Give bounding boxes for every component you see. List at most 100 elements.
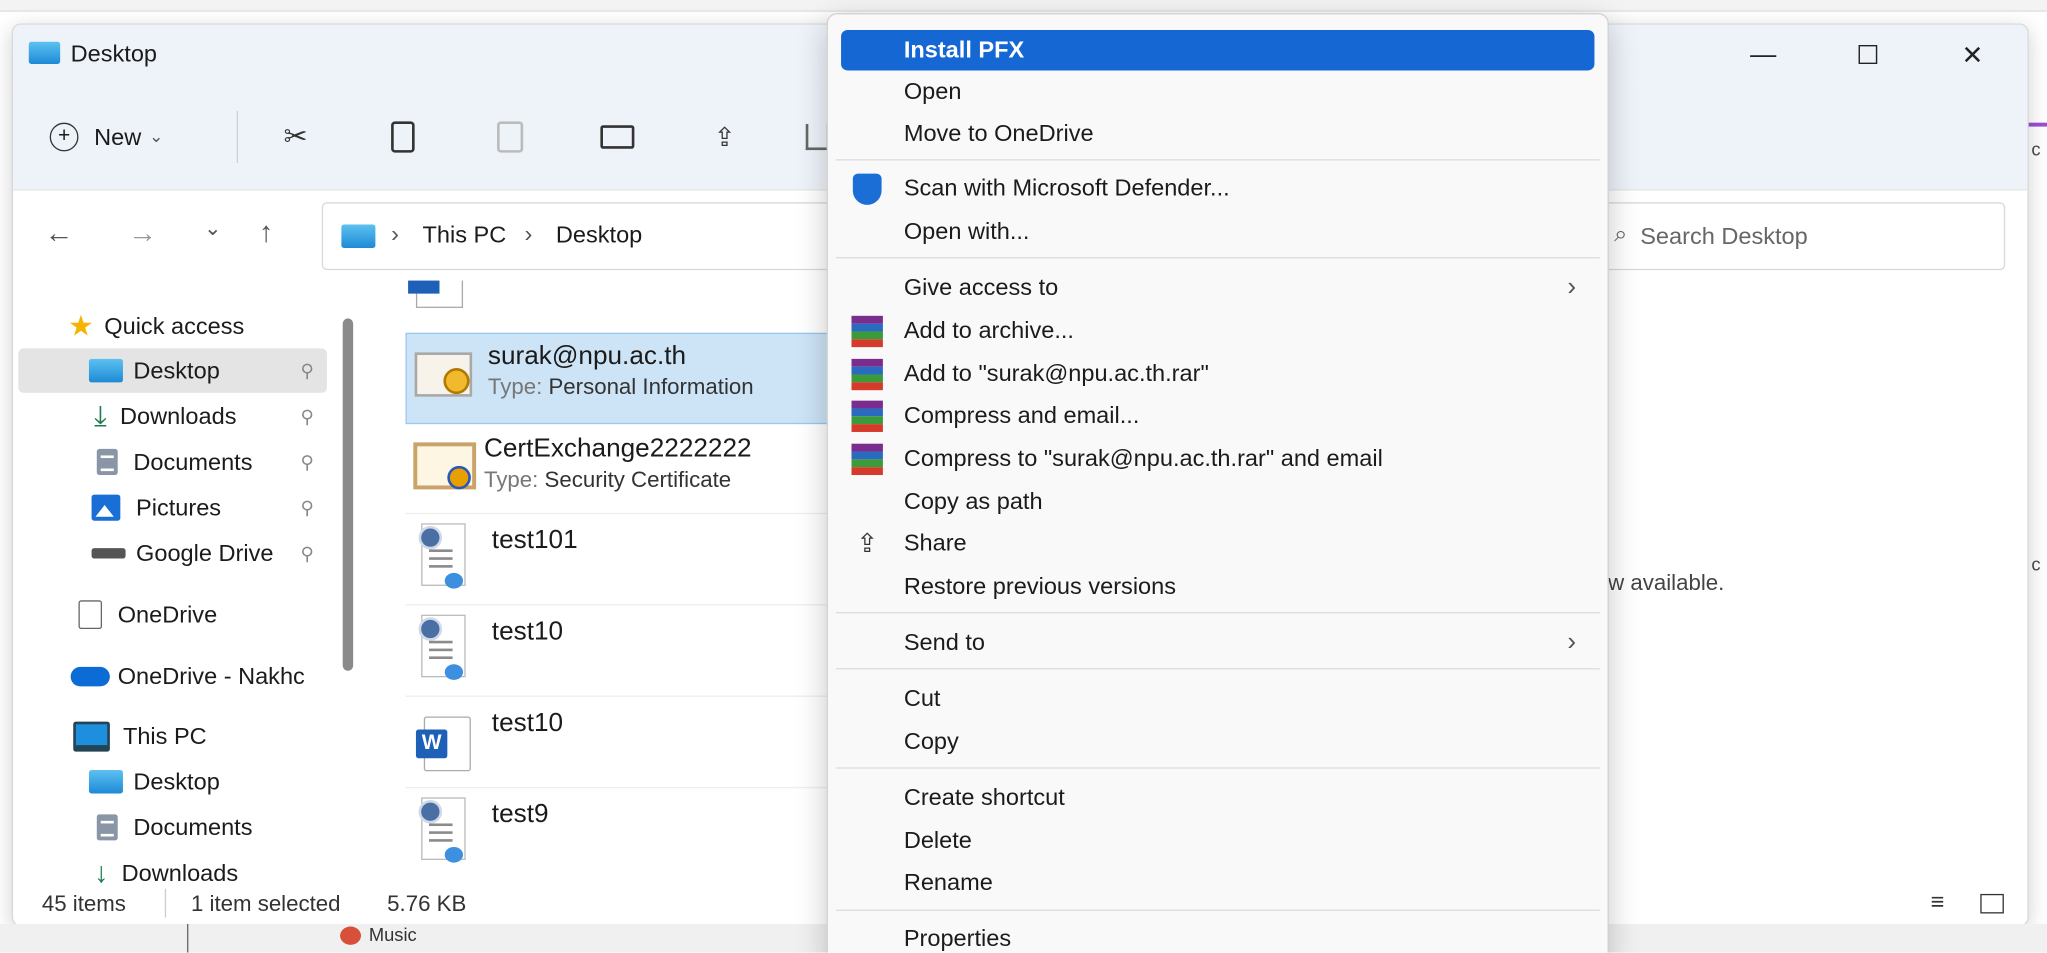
file-row-test10[interactable]: test10	[405, 607, 851, 697]
music-icon	[340, 926, 362, 945]
menu-item-install-pfx[interactable]: Install PFX	[841, 30, 1595, 71]
file-type-value: Security Certificate	[544, 467, 732, 492]
tiles-view-icon[interactable]	[1980, 893, 2004, 914]
desktop-stage: Desktop — ☐ ✕ + New ⌄ ✂ ⇪ ← → ⌄ ↑ › This…	[0, 0, 2047, 953]
menu-item-send-to[interactable]: Send to ›	[841, 622, 1594, 662]
file-row-surak-pfx[interactable]: surak@npu.ac.th Type: Personal Informati…	[405, 332, 853, 425]
menu-item-open[interactable]: Open	[841, 72, 1594, 112]
menu-item-properties[interactable]: Properties	[841, 919, 1594, 953]
sidebar-item-downloads[interactable]: ⤓ Downloads ⚲	[18, 394, 327, 438]
star-icon: ★	[68, 309, 94, 342]
menu-item-copy-as-path[interactable]: Copy as path	[841, 482, 1594, 522]
breadcrumb-desktop[interactable]: Desktop	[556, 222, 642, 249]
top-partial-word-icon	[405, 280, 464, 312]
share-icon: ⇪	[856, 529, 879, 559]
menu-item-label: Compress and email...	[903, 401, 1140, 429]
file-row-test101[interactable]: test101	[405, 515, 851, 606]
sidebar-item-google-drive[interactable]: Google Drive ⚲	[18, 531, 327, 575]
sidebar-item-documents[interactable]: Documents ⚲	[18, 440, 327, 484]
background-accent-line	[2027, 122, 2047, 127]
file-row-test10-word[interactable]: W test10	[405, 698, 851, 789]
sidebar-item-pc-desktop[interactable]: Desktop	[88, 760, 220, 804]
minimize-button[interactable]: —	[1724, 26, 1802, 83]
share-button[interactable]: ⇪	[698, 108, 750, 165]
navigation-pane: ★ Quick access Desktop ⚲ ⤓ Downloads ⚲ Doc…	[18, 299, 327, 889]
menu-item-open-with[interactable]: Open with...	[841, 211, 1594, 251]
menu-item-add-to-archive[interactable]: Add to archive...	[841, 311, 1594, 351]
up-arrow-icon[interactable]: ↑	[259, 215, 273, 249]
menu-item-label: Create shortcut	[903, 784, 1065, 811]
certificate-icon	[411, 437, 477, 497]
file-name: test10	[491, 617, 564, 646]
background-glyph: c	[2031, 138, 2041, 160]
sidebar-scrollbar[interactable]	[342, 318, 354, 671]
pfx-icon	[412, 345, 477, 408]
status-size: 5.76 KB	[387, 891, 467, 917]
cloud-icon	[70, 666, 110, 686]
breadcrumb-this-pc[interactable]: This PC	[422, 222, 506, 249]
menu-item-label: Compress to "surak@npu.ac.th.rar" and em…	[903, 445, 1383, 472]
winrar-icon	[851, 358, 883, 390]
menu-item-add-to-rar[interactable]: Add to "surak@npu.ac.th.rar"	[841, 354, 1594, 394]
menu-item-rename[interactable]: Rename	[841, 863, 1594, 903]
sidebar-item-onedrive-nakhc[interactable]: OneDrive - Nakhc	[70, 654, 305, 698]
menu-item-restore-previous[interactable]: Restore previous versions	[841, 566, 1594, 606]
menu-item-move-to-onedrive[interactable]: Move to OneDrive	[841, 114, 1594, 154]
download-icon: ⤓	[94, 399, 107, 432]
menu-item-label: Give access to	[903, 274, 1059, 301]
winrar-icon	[851, 399, 883, 432]
menu-separator	[835, 612, 1600, 614]
sidebar-item-label: Downloads	[119, 402, 237, 429]
paste-button[interactable]	[484, 108, 536, 165]
menu-item-compress-and-email[interactable]: Compress and email...	[841, 395, 1594, 435]
menu-separator	[835, 909, 1600, 911]
menu-item-delete[interactable]: Delete	[841, 821, 1594, 861]
menu-item-label: Scan with Microsoft Defender...	[903, 174, 1230, 201]
forward-arrow-icon[interactable]: →	[128, 217, 157, 251]
menu-item-compress-to-rar-email[interactable]: Compress to "surak@npu.ac.th.rar" and em…	[841, 438, 1594, 478]
file-row-certexchange[interactable]: CertExchange2222222 Type: Security Certi…	[405, 424, 851, 515]
details-view-icon[interactable]: ≡	[1931, 889, 1945, 916]
sidebar-item-this-pc[interactable]: This PC	[73, 714, 207, 758]
sidebar-item-pictures[interactable]: Pictures ⚲	[18, 485, 327, 529]
sidebar-item-desktop[interactable]: Desktop ⚲	[18, 348, 327, 393]
pin-icon[interactable]: ⚲	[300, 497, 313, 519]
rename-button[interactable]	[591, 108, 643, 165]
file-name: test10	[491, 708, 564, 738]
search-box[interactable]: ⌕ Search Desktop	[1589, 202, 2006, 271]
recent-chevron-icon[interactable]: ⌄	[204, 215, 222, 241]
desktop-folder-icon	[28, 41, 61, 64]
file-name: test9	[491, 799, 549, 829]
close-button[interactable]: ✕	[1933, 26, 2011, 83]
pin-icon[interactable]: ⚲	[300, 360, 313, 382]
sidebar-item-pc-documents[interactable]: Documents	[96, 805, 253, 849]
sidebar-item-quick-access[interactable]: ★ Quick access	[68, 304, 244, 348]
menu-item-copy[interactable]: Copy	[841, 722, 1594, 762]
file-row-test9[interactable]: test9	[405, 790, 850, 879]
menu-item-share[interactable]: ⇪ Share	[841, 523, 1594, 563]
sidebar-item-label: Google Drive	[136, 539, 274, 566]
menu-item-cut[interactable]: Cut	[841, 679, 1594, 719]
new-button[interactable]: + New ⌄	[49, 108, 164, 165]
pin-icon[interactable]: ⚲	[300, 451, 313, 473]
maximize-button[interactable]: ☐	[1829, 26, 1907, 83]
back-arrow-icon[interactable]: ←	[44, 217, 73, 251]
cut-button[interactable]: ✂	[269, 108, 321, 165]
search-icon: ⌕	[1614, 220, 1628, 247]
menu-item-label: Copy as path	[903, 488, 1043, 515]
sidebar-item-label: Pictures	[136, 493, 222, 521]
menu-item-give-access[interactable]: Give access to ›	[841, 268, 1594, 308]
menu-item-scan-defender[interactable]: Scan with Microsoft Defender...	[841, 168, 1594, 208]
sidebar-item-onedrive[interactable]: OneDrive	[78, 592, 217, 636]
pc-icon	[73, 721, 110, 752]
file-type-label: Type:	[483, 467, 539, 492]
copy-button[interactable]	[377, 108, 429, 165]
documents-icon	[96, 814, 118, 841]
menu-item-create-shortcut[interactable]: Create shortcut	[841, 778, 1594, 818]
file-type-value: Personal Information	[548, 374, 754, 400]
cut-icon: ✂	[283, 120, 308, 153]
pin-icon[interactable]: ⚲	[300, 542, 313, 564]
menu-item-label: Move to OneDrive	[903, 120, 1094, 147]
pin-icon[interactable]: ⚲	[300, 405, 313, 427]
background-music-label: Music	[368, 923, 417, 945]
